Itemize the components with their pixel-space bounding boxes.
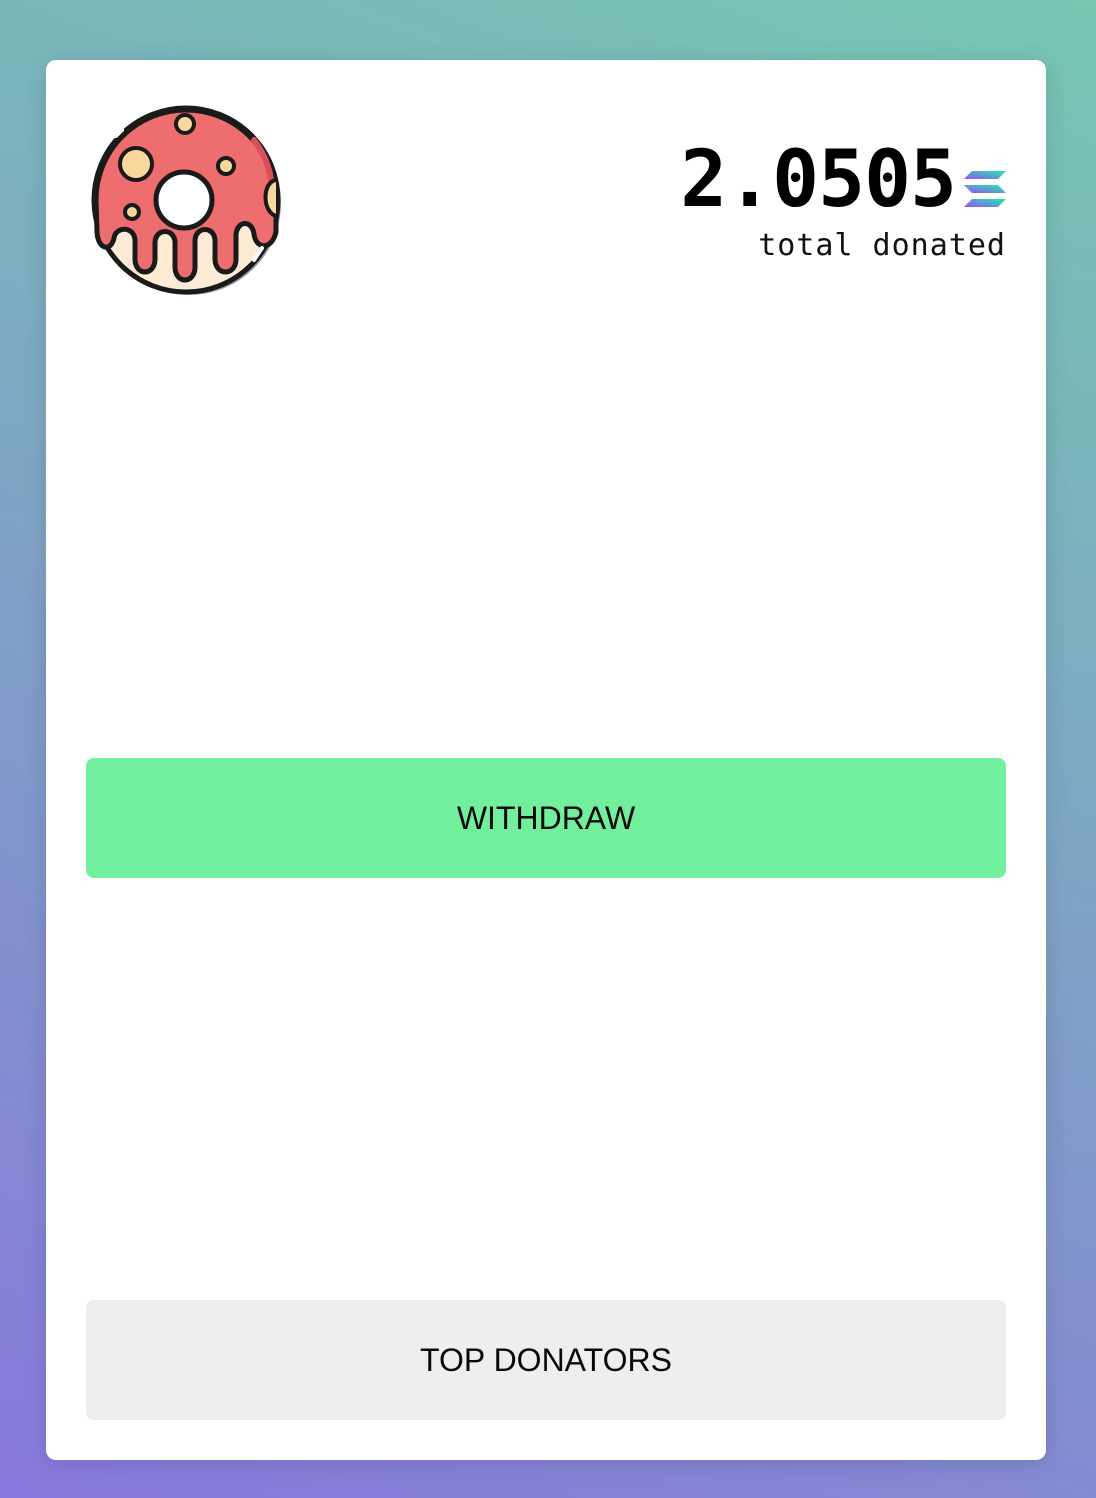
total-donated-caption: total donated [758, 228, 1006, 263]
top-donators-button[interactable]: TOP DONATORS [86, 1300, 1006, 1420]
donation-stats: 2.0505 total donated [680, 138, 1006, 263]
donation-card: 2.0505 total donated WITHDRAW TOP DONATO… [46, 60, 1046, 1460]
withdraw-button[interactable]: WITHDRAW [86, 758, 1006, 878]
amount-row: 2.0505 [680, 138, 1006, 222]
donut-icon [86, 100, 286, 300]
solana-icon [964, 171, 1006, 207]
total-donated-amount: 2.0505 [680, 135, 957, 225]
